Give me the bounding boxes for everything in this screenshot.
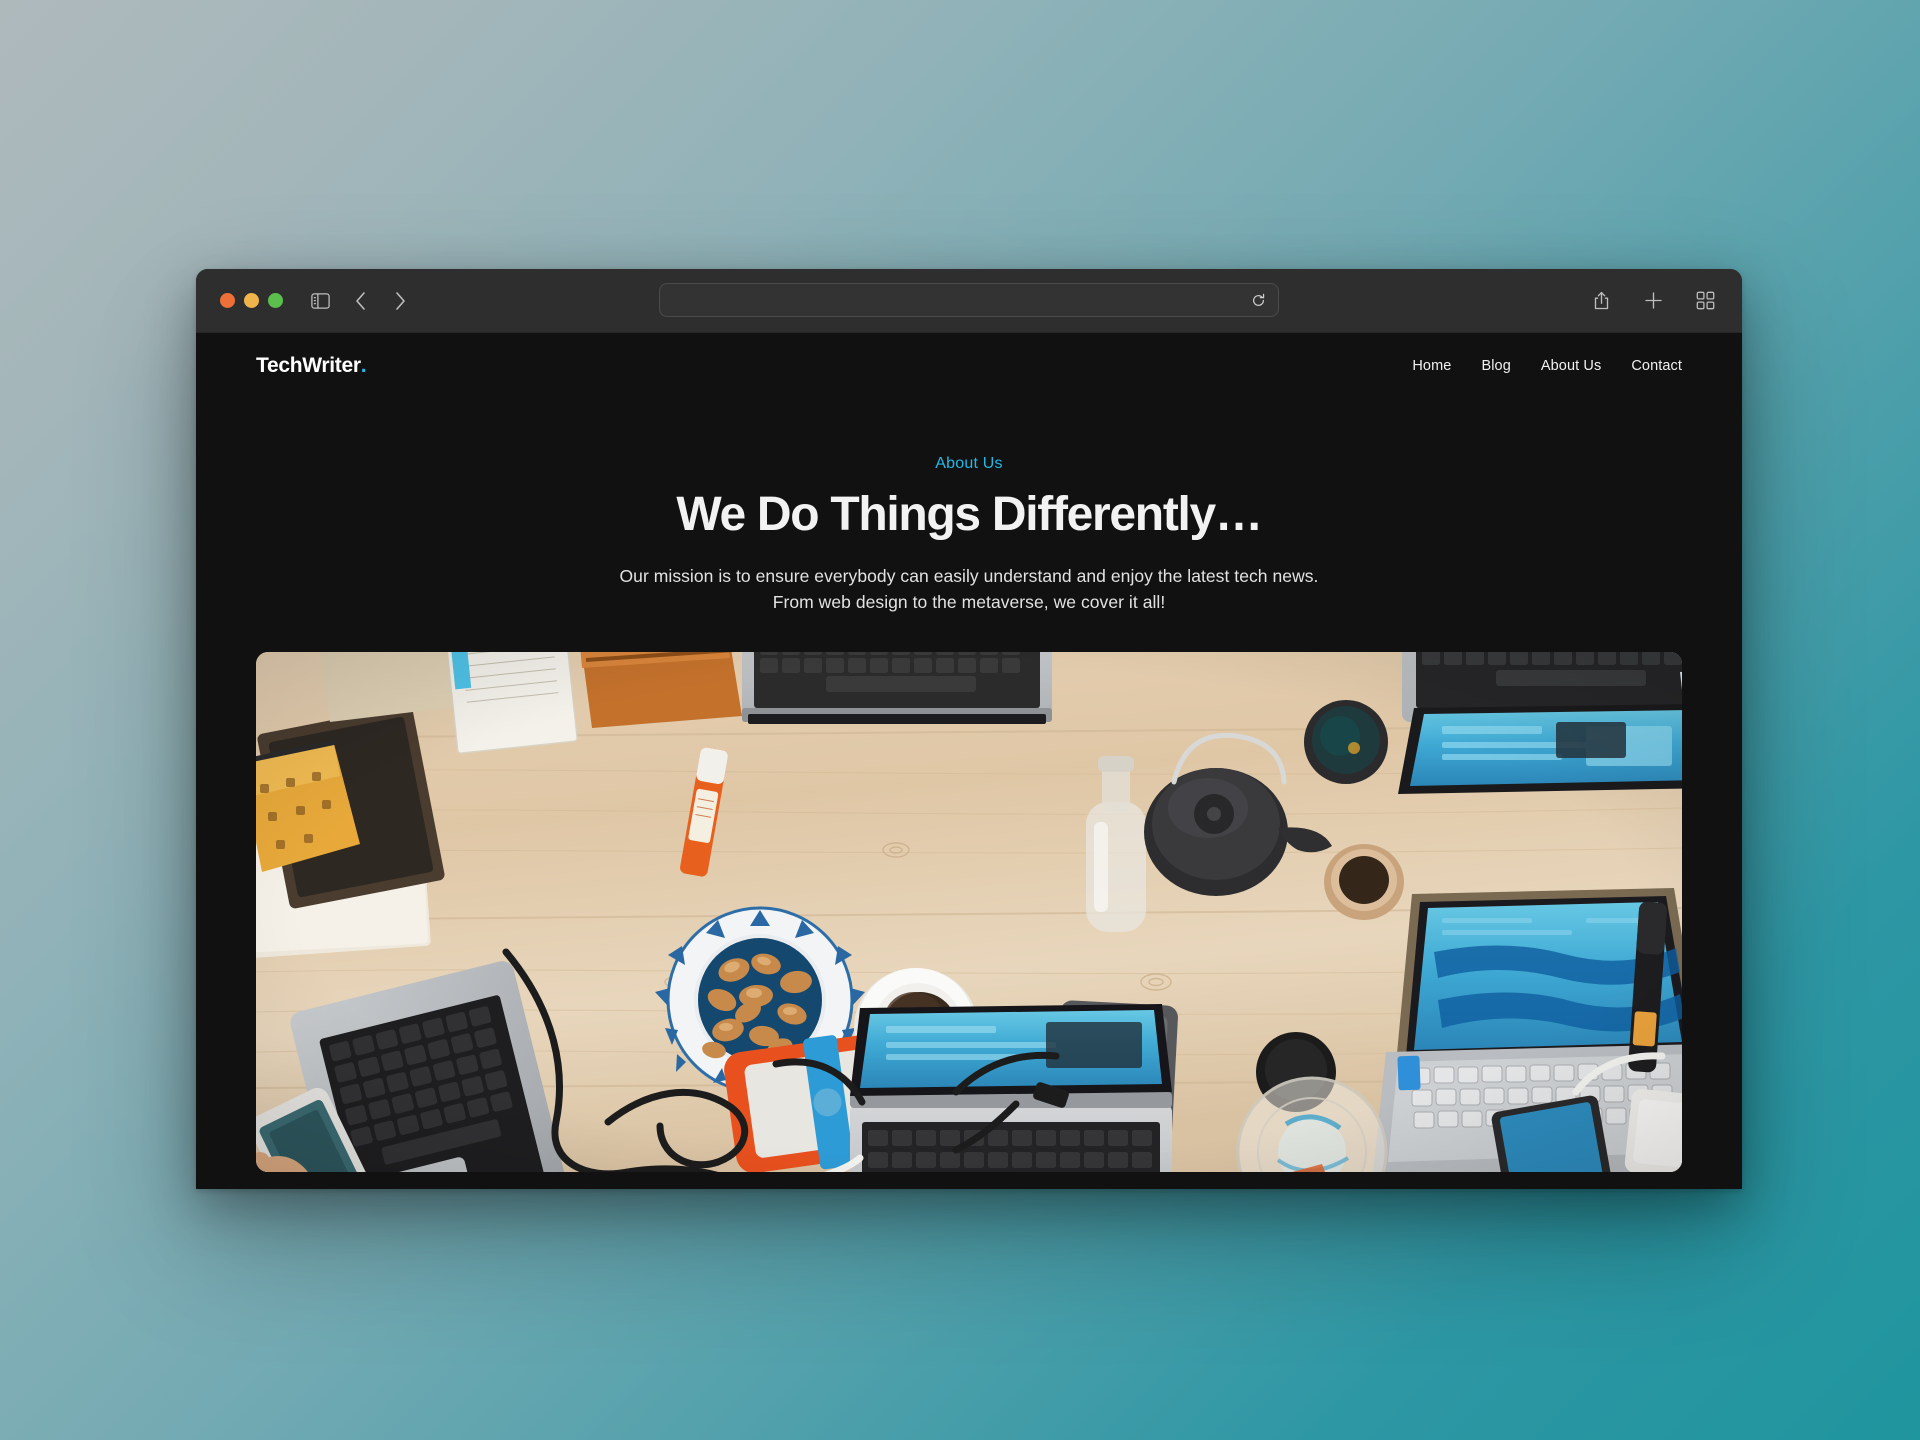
window-traffic-lights [220,293,283,308]
close-window-button[interactable] [220,293,235,308]
site-header: TechWriter. Home Blog About Us Contact [196,333,1742,399]
toolbar-left-controls [305,286,415,316]
minimize-window-button[interactable] [244,293,259,308]
sidebar-icon[interactable] [305,286,335,316]
page-title: We Do Things Differently… [676,488,1263,541]
hero-eyebrow: About Us [935,455,1003,472]
plus-icon[interactable] [1638,286,1668,316]
hero-photo [256,652,1682,1173]
address-bar[interactable] [659,283,1279,317]
desk-flatlay-illustration [256,652,1682,1173]
site-logo-text: TechWriter [256,354,361,377]
hero-paragraph: Our mission is to ensure everybody can e… [619,565,1319,613]
browser-window: TechWriter. Home Blog About Us Contact A… [196,269,1742,1189]
site-logo-dot: . [360,354,367,377]
tab-grid-icon[interactable] [1690,286,1720,316]
toolbar-right-controls [1586,286,1720,316]
address-input[interactable] [672,284,1251,316]
main-navigation: Home Blog About Us Contact [1412,358,1682,374]
site-logo[interactable]: TechWriter. [256,354,367,378]
reload-icon[interactable] [1251,293,1266,308]
share-icon[interactable] [1586,286,1616,316]
website-viewport: TechWriter. Home Blog About Us Contact A… [196,333,1742,1189]
nav-item-blog[interactable]: Blog [1481,358,1510,374]
maximize-window-button[interactable] [268,293,283,308]
chevron-right-icon[interactable] [385,286,415,316]
nav-item-home[interactable]: Home [1412,358,1451,374]
nav-item-about-us[interactable]: About Us [1541,358,1601,374]
browser-toolbar [196,269,1742,333]
nav-item-contact[interactable]: Contact [1631,358,1682,374]
hero-section: About Us We Do Things Differently… Our m… [196,399,1742,616]
chevron-left-icon[interactable] [345,286,375,316]
